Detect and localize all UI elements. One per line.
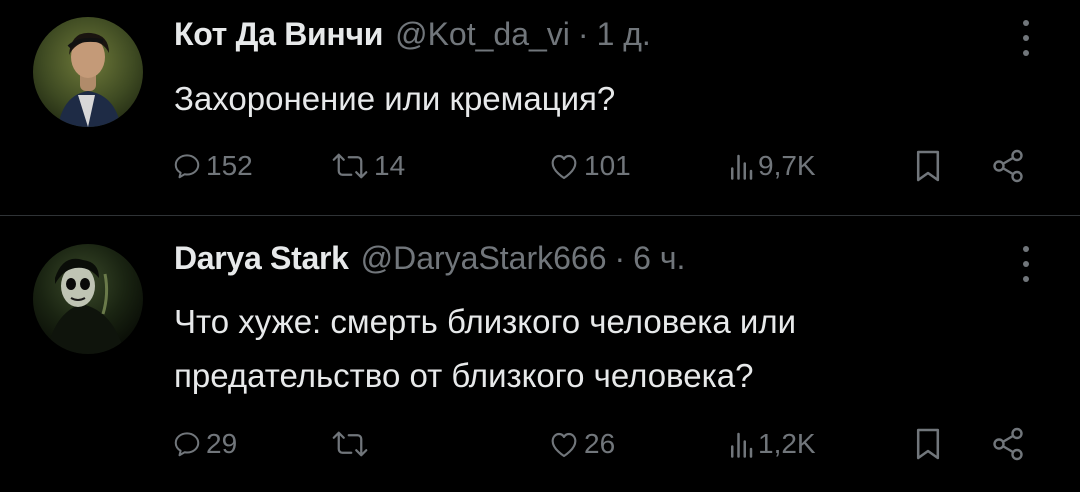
tweet-actions: 29 26 1,2K [170,424,1030,464]
avatar-image [33,17,143,127]
retweet-count: 14 [374,150,406,181]
avatar-image [33,244,143,354]
tweet-card[interactable]: Кот Да Винчи @Kot_da_vi · 1 д. Захоронен… [0,0,1080,216]
views-icon [731,432,753,458]
share-icon [993,427,1023,461]
reply-count: 152 [206,150,253,181]
more-dots-icon[interactable] [1020,246,1032,282]
bookmark-icon [916,428,940,460]
retweet-icon [332,153,368,179]
like-button[interactable]: 26 [548,424,615,464]
views-button[interactable]: 9,7K [728,146,816,186]
reply-icon [174,154,200,179]
like-count: 26 [584,428,616,459]
author-name[interactable]: Darya Stark [174,240,349,277]
bookmark-button[interactable] [914,424,942,464]
like-button[interactable]: 101 [548,146,631,186]
like-count: 101 [584,150,631,181]
bookmark-icon [916,150,940,182]
retweet-button[interactable]: 14 [330,146,405,186]
separator-dot: · [577,16,589,52]
tweet-text: Что хуже: смерть близкого человека или п… [174,303,797,394]
views-count: 1,2K [758,428,816,459]
timestamp[interactable]: 6 ч. [633,240,685,277]
more-dots-icon[interactable] [1020,20,1032,56]
dot [1023,246,1029,252]
avatar[interactable] [33,17,143,127]
author-handle[interactable]: @Kot_da_vi [395,16,570,53]
share-icon [993,149,1023,183]
dot [1023,20,1029,26]
views-icon [731,154,753,180]
share-button[interactable] [990,424,1026,464]
share-button[interactable] [990,146,1026,186]
tweet-header: Darya Stark @DaryaStark666 · 6 ч. [174,240,685,280]
views-count: 9,7K [758,150,816,181]
dot [1023,261,1029,267]
dot [1023,35,1029,41]
reply-count: 29 [206,428,238,459]
reply-button[interactable]: 29 [172,424,237,464]
bookmark-button[interactable] [914,146,942,186]
reply-icon [174,432,200,457]
tweet-text: Захоронение или кремация? [174,80,616,117]
author-handle[interactable]: @DaryaStark666 [361,240,607,277]
retweet-button[interactable] [330,424,374,464]
like-icon [551,154,577,180]
like-icon [551,432,577,458]
dot [1023,50,1029,56]
separator-dot: · [614,240,626,276]
dot [1023,276,1029,282]
tweet-card[interactable]: Darya Stark @DaryaStark666 · 6 ч. Что ху… [0,216,1080,492]
views-button[interactable]: 1,2K [728,424,816,464]
author-name[interactable]: Кот Да Винчи [174,16,383,53]
timestamp[interactable]: 1 д. [597,16,651,53]
retweet-icon [332,431,368,457]
avatar[interactable] [33,244,143,354]
tweet-actions: 152 14 101 9,7K [170,146,1030,186]
reply-button[interactable]: 152 [172,146,253,186]
tweet-header: Кот Да Винчи @Kot_da_vi · 1 д. [174,16,651,56]
